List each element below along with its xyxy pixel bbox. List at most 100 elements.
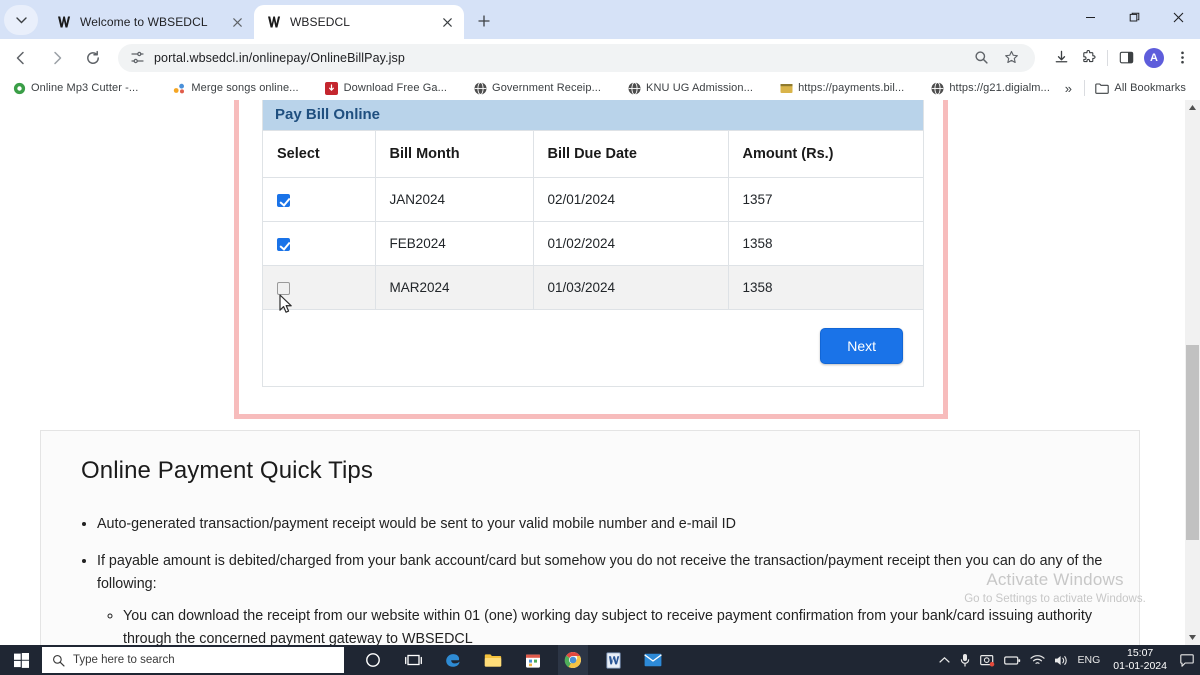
edge-icon[interactable] xyxy=(438,645,468,675)
row-bill-month: JAN2024 xyxy=(375,177,534,222)
column-header-amount: Amount (Rs.) xyxy=(728,130,923,178)
back-arrow-icon[interactable] xyxy=(6,43,36,73)
scroll-down-arrow-icon[interactable] xyxy=(1185,630,1200,645)
file-explorer-icon[interactable] xyxy=(478,645,508,675)
bookmarks-bar: Online Mp3 Cutter -... Merge songs onlin… xyxy=(0,76,1200,100)
three-dots-menu-icon[interactable] xyxy=(1168,44,1196,72)
row-amount: 1358 xyxy=(728,265,923,310)
bookmark-item[interactable]: https://g21.digialm... xyxy=(924,78,1056,98)
bookmarks-overflow-button[interactable]: » xyxy=(1056,81,1080,96)
all-bookmarks-label: All Bookmarks xyxy=(1114,82,1186,94)
side-panel-icon[interactable] xyxy=(1112,44,1140,72)
forward-arrow-icon[interactable] xyxy=(42,43,72,73)
tray-language[interactable]: ENG xyxy=(1078,654,1101,666)
quick-tips-title: Online Payment Quick Tips xyxy=(81,457,373,484)
puzzle-piece-icon[interactable] xyxy=(1075,44,1103,72)
browser-tab-1-title: Welcome to WBSEDCL xyxy=(80,15,208,29)
notification-icon[interactable] xyxy=(1180,653,1194,667)
table-header-row: Select Bill Month Bill Due Date Amount (… xyxy=(263,130,923,178)
bookmark-item[interactable]: Online Mp3 Cutter -... xyxy=(6,78,144,98)
globe-icon xyxy=(627,81,641,95)
speaker-icon[interactable] xyxy=(1054,654,1069,667)
magnifier-icon[interactable] xyxy=(967,44,995,72)
toolbar-divider xyxy=(1107,49,1108,66)
next-button[interactable]: Next xyxy=(820,328,903,364)
windows-start-icon[interactable] xyxy=(0,645,42,675)
window-close-button[interactable] xyxy=(1156,0,1200,34)
site-settings-icon[interactable] xyxy=(128,50,146,65)
bills-table-body: JAN2024 02/01/2024 1357 FEB2024 01/02/20… xyxy=(263,177,923,310)
browser-tab-2-close-icon[interactable] xyxy=(438,13,456,31)
tab-search-button[interactable] xyxy=(4,5,38,35)
list-item: Auto-generated transaction/payment recei… xyxy=(97,513,1109,537)
system-tray: ENG 15:07 01-01-2024 xyxy=(938,647,1200,673)
row-select-cell[interactable] xyxy=(263,221,376,266)
microsoft-store-icon[interactable] xyxy=(518,645,548,675)
wbsedcl-logo-icon xyxy=(56,14,72,30)
microphone-icon[interactable] xyxy=(959,653,971,667)
taskbar-app-buttons xyxy=(358,645,668,675)
new-tab-button[interactable] xyxy=(470,7,498,35)
cortana-icon[interactable] xyxy=(358,645,388,675)
scrollbar-thumb[interactable] xyxy=(1186,345,1199,540)
avatar[interactable]: A xyxy=(1140,44,1168,72)
download-games-icon xyxy=(325,81,339,95)
address-bar-url: portal.wbsedcl.in/onlinepay/OnlineBillPa… xyxy=(154,50,405,65)
page-scrollbar[interactable] xyxy=(1185,100,1200,645)
wbsedcl-logo-icon xyxy=(266,14,282,30)
battery-icon[interactable] xyxy=(1003,655,1021,666)
bookmark-item[interactable]: Merge songs online... xyxy=(166,78,304,98)
bill-select-checkbox-feb2024[interactable] xyxy=(277,237,290,251)
profile-initial: A xyxy=(1144,47,1164,68)
bookmark-label: KNU UG Admission... xyxy=(646,82,754,94)
taskbar-search-box[interactable]: Type here to search xyxy=(42,647,344,673)
star-icon[interactable] xyxy=(997,44,1025,72)
bill-select-checkbox-mar2024[interactable] xyxy=(277,281,290,295)
bookmark-item[interactable]: Government Receip... xyxy=(467,78,607,98)
window-minimize-button[interactable] xyxy=(1068,0,1112,34)
list-item: If payable amount is debited/charged fro… xyxy=(97,550,1109,645)
wifi-icon[interactable] xyxy=(1029,654,1045,666)
quick-tips-list: Auto-generated transaction/payment recei… xyxy=(97,513,1109,645)
taskbar-clock[interactable]: 15:07 01-01-2024 xyxy=(1109,647,1171,673)
reload-icon[interactable] xyxy=(78,43,108,73)
bill-select-checkbox-jan2024[interactable] xyxy=(277,193,290,207)
table-row[interactable]: FEB2024 01/02/2024 1358 xyxy=(263,221,923,266)
scroll-up-arrow-icon[interactable] xyxy=(1185,100,1200,115)
table-row[interactable]: JAN2024 02/01/2024 1357 xyxy=(263,177,923,222)
row-bill-due-date: 01/02/2024 xyxy=(533,221,729,266)
bills-table-head: Select Bill Month Bill Due Date Amount (… xyxy=(263,130,923,178)
bookmark-item[interactable]: Download Free Ga... xyxy=(319,78,453,98)
omnibox-actions xyxy=(967,44,1025,72)
browser-tab-1[interactable]: Welcome to WBSEDCL xyxy=(44,5,254,39)
row-bill-month: MAR2024 xyxy=(375,265,534,310)
page-viewport: Pay Bill Online Select Bill Month Bill D… xyxy=(0,100,1200,645)
globe-icon xyxy=(473,81,487,95)
download-icon[interactable] xyxy=(1047,44,1075,72)
all-bookmarks-button[interactable]: All Bookmarks xyxy=(1089,78,1192,98)
browser-tab-1-close-icon[interactable] xyxy=(228,13,246,31)
bookmark-item[interactable]: https://payments.bil... xyxy=(773,78,910,98)
panel-footer: Next xyxy=(263,310,923,386)
bookmark-item[interactable]: KNU UG Admission... xyxy=(621,78,759,98)
window-maximize-button[interactable] xyxy=(1112,0,1156,34)
mail-icon[interactable] xyxy=(638,645,668,675)
chevron-up-icon[interactable] xyxy=(938,656,950,664)
row-bill-due-date: 02/01/2024 xyxy=(533,177,729,222)
camera-icon[interactable] xyxy=(979,654,995,667)
payments-icon xyxy=(779,81,793,95)
browser-tab-2-title: WBSEDCL xyxy=(290,15,351,29)
table-row[interactable]: MAR2024 01/03/2024 1358 xyxy=(263,265,923,310)
bookmark-label: Government Receip... xyxy=(492,82,602,94)
word-icon[interactable] xyxy=(598,645,628,675)
bookmark-label: https://payments.bil... xyxy=(798,82,905,94)
clock-date: 01-01-2024 xyxy=(1113,660,1167,672)
chrome-icon[interactable] xyxy=(558,645,588,675)
column-header-bill-due-date: Bill Due Date xyxy=(533,130,729,178)
task-view-icon[interactable] xyxy=(398,645,428,675)
address-bar[interactable]: portal.wbsedcl.in/onlinepay/OnlineBillPa… xyxy=(118,43,1035,72)
browser-tab-2[interactable]: WBSEDCL xyxy=(254,5,464,39)
bookmark-label: Online Mp3 Cutter -... xyxy=(31,82,139,94)
row-select-cell[interactable] xyxy=(263,177,376,222)
windows-taskbar: Type here to search ENG 15:07 01-01-2024 xyxy=(0,645,1200,675)
